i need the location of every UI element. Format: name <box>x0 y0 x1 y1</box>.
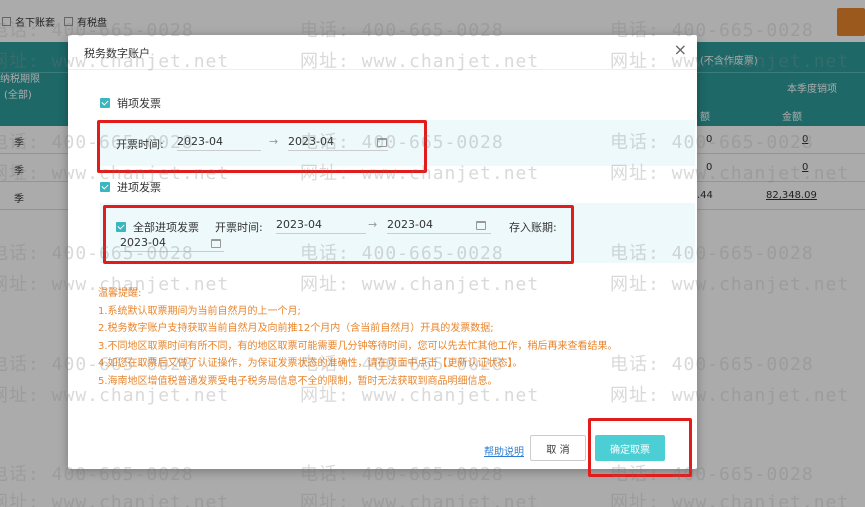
tip-item: 2.税务数字账户支持获取当前自然月及向前推12个月内（含当前自然月）开具的发票数… <box>98 323 494 334</box>
sales-invoice-label: 销项发票 <box>117 97 161 110</box>
tip-item: 1.系统默认取票期间为当前自然月的上一个月; <box>98 305 301 317</box>
help-link[interactable]: 帮助说明 <box>484 443 524 458</box>
tips-title: 温馨提醒: <box>98 288 142 299</box>
tip-item: 4.如您在取票后又做了认证操作，为保证发票状态的准确性，请在页面中点击【更新认证… <box>98 358 523 369</box>
checkbox-checked-icon <box>100 98 110 108</box>
checkbox-checked-icon <box>100 182 110 192</box>
purchase-invoice-label: 进项发票 <box>117 181 161 194</box>
highlight-sales-range <box>97 120 427 173</box>
dialog-title: 税务数字账户 <box>84 47 150 60</box>
title-divider <box>68 69 697 70</box>
highlight-confirm-button <box>588 418 692 477</box>
tip-item: 3.不同地区取票时间有所不同，有的地区取票可能需要几分钟等待时间，您可以先去忙其… <box>98 340 618 352</box>
close-icon[interactable]: × <box>674 41 687 59</box>
tips-section: 温馨提醒: 1.系统默认取票期间为当前自然月的上一个月; 2.税务数字账户支持获… <box>98 285 618 390</box>
cancel-button[interactable]: 取 消 <box>530 435 586 461</box>
sales-invoice-checkbox[interactable]: 销项发票 <box>100 95 161 111</box>
tip-item: 5.海南地区增值税普通发票受电子税务局信息不全的限制，暂时无法获取到商品明细信息… <box>98 375 498 387</box>
purchase-invoice-checkbox[interactable]: 进项发票 <box>100 179 161 195</box>
highlight-purchase-range <box>103 205 574 264</box>
